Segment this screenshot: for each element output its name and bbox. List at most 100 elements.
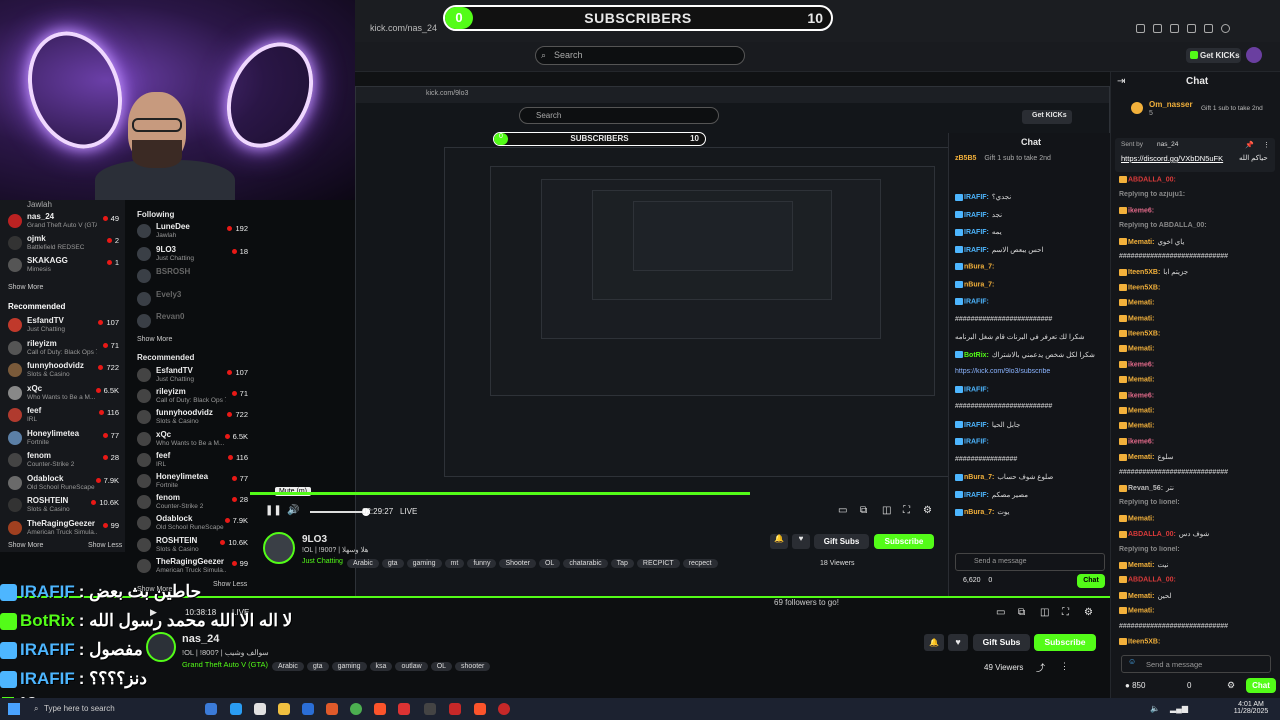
get-kicks-button[interactable]: Get KICKs [1186, 48, 1241, 63]
subscribe-button[interactable]: Subscribe [874, 534, 934, 549]
sidebar-item[interactable]: ojmk Battlefield REDSEC 2 [8, 234, 123, 256]
volume-icon[interactable]: 🔊 [287, 505, 299, 516]
tag-chip[interactable]: Arabic [347, 559, 379, 568]
app-icon[interactable] [449, 703, 461, 715]
nested-send-input[interactable]: Send a message [955, 553, 1105, 571]
sidebar-item[interactable]: Odablock Old School RuneScape 7.9K [137, 514, 252, 536]
nested-get-kicks-button[interactable]: Get KICKs [1022, 110, 1072, 124]
mail-icon[interactable] [302, 703, 314, 715]
address-bar[interactable]: kick.com/nas_24 [370, 23, 850, 37]
collapse-chat-icon[interactable]: ⇥ [1117, 76, 1125, 87]
sidebar-item[interactable]: LuneDee Jawlah 192 [137, 222, 252, 244]
tag-chip[interactable]: chatarabic [563, 559, 608, 568]
windows-start-icon[interactable] [8, 703, 20, 715]
edge-icon[interactable] [230, 703, 242, 715]
settings-icon[interactable]: ⚙ [1084, 607, 1093, 618]
sidebar-item[interactable]: SKAKAGG Mimesis 1 [8, 256, 123, 278]
sidebar-item[interactable]: TheRagingGeezer American Truck Simula... 9… [137, 557, 252, 579]
tag-chip[interactable]: Shooter [499, 559, 536, 568]
chat-username[interactable]: IRAFIF: [964, 247, 989, 254]
tag-chip[interactable]: mt [444, 559, 465, 568]
chat-username[interactable]: Memati: [1128, 562, 1154, 569]
sidebar-item[interactable]: Honeylimetea Fortnite 77 [137, 472, 252, 494]
avatar[interactable] [1246, 47, 1262, 63]
taskbar-search-input[interactable]: Type here to search [30, 700, 160, 718]
sidebar-item[interactable]: feef IRL 116 [8, 406, 123, 428]
stream-category[interactable]: Just Chatting [302, 558, 343, 565]
search-input[interactable]: Search [535, 46, 745, 65]
sidebar-item[interactable]: EsfandTV Just Chatting 107 [137, 366, 252, 388]
volume-slider[interactable] [310, 511, 370, 513]
tag-chip[interactable]: outlaw [395, 662, 428, 671]
tag-chip[interactable]: OL [430, 662, 453, 671]
sidebar-item[interactable]: fenom Counter-Strike 2 28 [137, 493, 252, 515]
clip-icon[interactable]: ⧉ [860, 505, 867, 516]
chat-username[interactable]: ikeme6: [1128, 392, 1154, 399]
chat-send-button[interactable]: Chat [1246, 678, 1276, 693]
chat-username[interactable]: IRAFIF: [964, 422, 989, 429]
chat-username[interactable]: Memati: [1128, 454, 1154, 461]
chat-username[interactable]: Replying to ABDALLA_00: [1119, 222, 1207, 229]
chat-username[interactable]: Iteen5XB: [1128, 269, 1160, 276]
chat-username[interactable]: Memati: [1128, 377, 1154, 384]
more-icon[interactable]: ⋮ [1060, 661, 1069, 672]
tag-chip[interactable]: OL [538, 559, 561, 568]
pinned-link[interactable]: https://discord.gg/VXbDN5uFK [1121, 154, 1223, 163]
sidebar-item[interactable]: fenom Counter-Strike 2 28 [8, 451, 123, 473]
sidebar-item[interactable]: Honeylimetea Fortnite 77 [8, 429, 123, 451]
heart-icon[interactable]: ♥ [792, 534, 810, 549]
theater-icon[interactable]: ▭ [838, 505, 847, 516]
send-message-input[interactable]: Send a message [1121, 655, 1271, 673]
chat-username[interactable]: Memati: [1128, 407, 1154, 414]
settings-icon[interactable]: ⚙ [1227, 680, 1235, 691]
sidebar-item[interactable]: ROSHTEIN Slots & Casino 10.6K [8, 496, 123, 518]
chat-username[interactable]: IRAFIF: [964, 194, 989, 201]
sidebar-item[interactable]: xQc Who Wants to Be a M... 6.5K [137, 430, 252, 452]
extension-icon[interactable] [1204, 24, 1213, 33]
sidebar-item[interactable]: feef IRL 116 [137, 451, 252, 473]
show-more-button[interactable]: Show More [137, 336, 172, 343]
sidebar-item[interactable]: Odablock Old School RuneScape 7.9K [8, 474, 123, 496]
pip-icon[interactable]: ◫ [882, 505, 891, 516]
sidebar-item[interactable]: EsfandTV Just Chatting 107 [8, 316, 123, 338]
subscribe-button[interactable]: Subscribe [1034, 634, 1096, 651]
pip-icon[interactable]: ◫ [1040, 607, 1049, 618]
extension-icon[interactable] [1187, 24, 1196, 33]
sidebar-item[interactable]: BSROSH [137, 267, 252, 289]
sidebar-item[interactable]: Evely3 [137, 290, 252, 312]
tag-chip[interactable]: gaming [406, 559, 442, 568]
brave-icon[interactable] [374, 703, 386, 715]
store-icon[interactable] [254, 703, 266, 715]
chat-username[interactable]: nBura_7: [964, 474, 994, 481]
gift-subs-button[interactable]: Gift Subs [814, 534, 869, 549]
gift-subs-button[interactable]: Gift Subs [973, 634, 1030, 651]
chat-username[interactable]: Memati: [1128, 315, 1154, 322]
fullscreen-icon[interactable]: ⛶ [903, 505, 910, 516]
chat-username[interactable]: Memati: [1128, 515, 1154, 522]
sidebar-item[interactable]: 9LO3 Just Chatting 18 [137, 245, 252, 267]
bell-icon[interactable]: 🔔 [770, 534, 788, 549]
chat-username[interactable]: nBura_7: [964, 281, 994, 288]
chat-username[interactable]: nBura_7: [964, 509, 994, 516]
tag-chip[interactable]: Arabic [272, 662, 304, 671]
extension-icon[interactable] [1136, 24, 1145, 33]
tag-chip[interactable]: gta [306, 662, 329, 671]
channel-name[interactable]: 9LO3 [302, 534, 327, 545]
nested-search-input[interactable]: Search [519, 107, 719, 124]
sidebar-item[interactable]: Revan0 [137, 312, 252, 334]
emote-picker-icon[interactable]: ☺ [1128, 657, 1136, 666]
theater-icon[interactable]: ▭ [996, 607, 1005, 618]
chat-username[interactable]: Replying to lionel: [1119, 546, 1180, 553]
sidebar-item[interactable]: funnyhoodvidz Slots & Casino 722 [137, 408, 252, 430]
profile-icon[interactable] [1221, 24, 1230, 33]
taskbar-clock[interactable]: 4:01 AM 11/28/2025 [1228, 701, 1274, 715]
sidebar-item[interactable]: funnyhoodvidz Slots & Casino 722 [8, 361, 123, 383]
app-icon[interactable] [398, 703, 410, 715]
chat-username[interactable]: ABDALLA_00: [1128, 577, 1176, 584]
show-less-button[interactable]: Show Less [88, 542, 122, 549]
tag-chip[interactable]: Tap [610, 559, 634, 568]
pause-icon[interactable]: ❚❚ [265, 505, 282, 516]
chat-username[interactable]: BotRix: [964, 352, 989, 359]
show-more-button[interactable]: Show More [8, 542, 43, 549]
tag-chip[interactable]: gaming [331, 662, 367, 671]
